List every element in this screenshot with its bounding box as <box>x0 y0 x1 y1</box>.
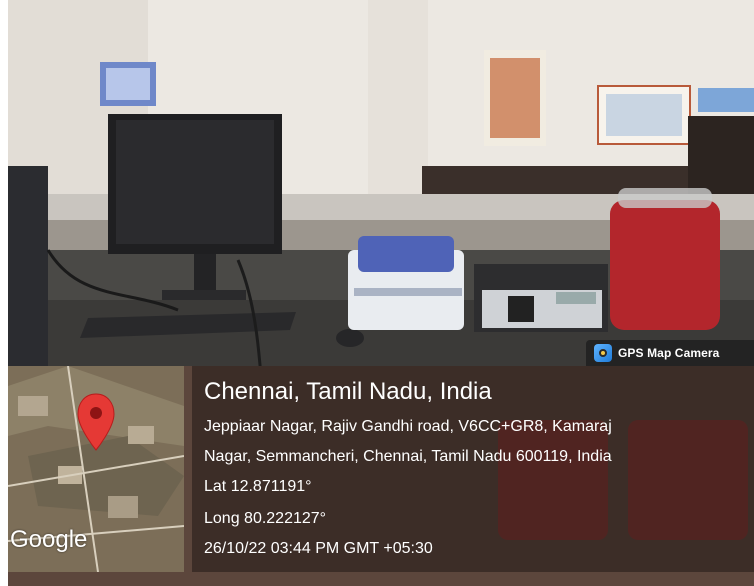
google-logo: Google <box>10 526 88 553</box>
map-thumbnail: Google <box>8 366 184 572</box>
gps-map-camera-app-icon <box>594 344 612 362</box>
location-pin-icon <box>77 393 115 451</box>
gps-map-camera-badge: GPS Map Camera <box>586 340 754 366</box>
address-line-1: Jeppiaar Nagar, Rajiv Gandhi road, V6CC+… <box>204 418 612 435</box>
location-title: Chennai, Tamil Nadu, India <box>204 378 492 405</box>
address-line-2: Nagar, Semmancheri, Chennai, Tamil Nadu … <box>204 448 612 465</box>
badge-label: GPS Map Camera <box>618 346 720 360</box>
longitude: Long 80.222127° <box>204 510 327 527</box>
latitude: Lat 12.871191° <box>204 478 312 495</box>
location-info-panel: Chennai, Tamil Nadu, India Jeppiaar Naga… <box>192 366 754 572</box>
timestamp: 26/10/22 03:44 PM GMT +05:30 <box>204 540 433 557</box>
